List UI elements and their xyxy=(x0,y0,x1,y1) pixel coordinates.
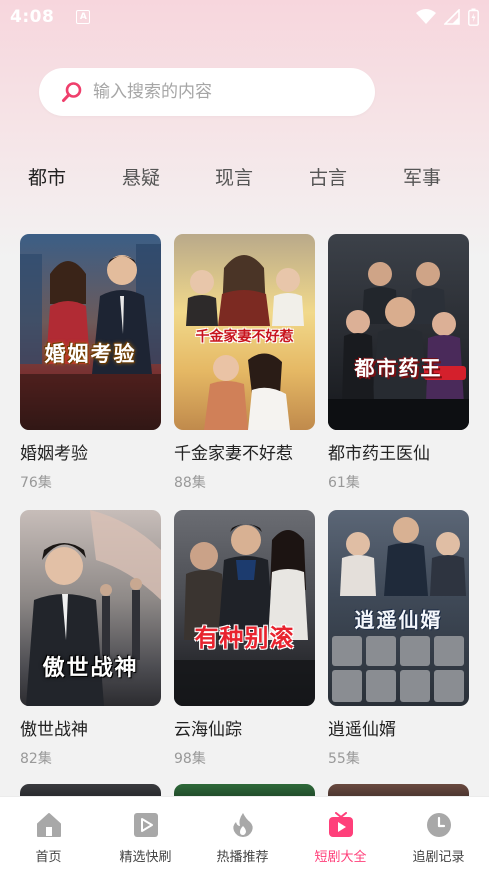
nav-label: 追剧记录 xyxy=(412,850,465,865)
tab-label: 都市 xyxy=(27,166,66,189)
drama-title: 都市药王医仙 xyxy=(328,444,430,464)
nav-all-dramas[interactable]: 短剧大全 xyxy=(292,797,389,871)
tab-xianyan[interactable]: 现言 xyxy=(213,156,255,196)
poster-title-text: 婚姻考验 xyxy=(44,341,137,366)
drama-title: 傲世战神 xyxy=(20,720,88,740)
poster-art xyxy=(174,524,315,706)
poster-art xyxy=(20,244,161,430)
drama-card[interactable]: 有种别滚 云海仙踪 98集 xyxy=(174,510,315,768)
nav-featured[interactable]: 精选快刷 xyxy=(97,797,194,871)
episode-count: 82集 xyxy=(20,751,52,767)
drama-card[interactable]: 傲世战神 傲世战神 82集 xyxy=(20,510,161,768)
drama-poster[interactable]: 都市药王 xyxy=(328,234,469,430)
nav-trending[interactable]: 热播推荐 xyxy=(194,797,291,871)
flame-icon xyxy=(232,813,253,837)
episode-count: 61集 xyxy=(328,475,360,491)
tab-guyan[interactable]: 古言 xyxy=(307,156,349,196)
drama-poster[interactable]: 婚姻考验 xyxy=(20,234,161,430)
drama-poster[interactable]: 傲世战神 xyxy=(20,510,161,706)
episode-count: 98集 xyxy=(174,751,206,767)
episode-count: 55集 xyxy=(328,751,360,767)
status-icons xyxy=(416,8,479,26)
nav-home[interactable]: 首页 xyxy=(0,797,97,871)
bottom-nav: 首页 精选快刷 热播推荐 短剧大全 追剧记录 xyxy=(0,796,489,871)
battery-icon xyxy=(468,8,479,26)
drama-card[interactable]: 逍遥仙婿 逍遥仙婿 55集 xyxy=(328,510,469,768)
tab-label: 古言 xyxy=(308,166,347,189)
signal-icon xyxy=(444,9,460,25)
home-icon xyxy=(36,813,61,837)
episode-count: 88集 xyxy=(174,475,206,491)
status-bar: 4:08 A xyxy=(0,0,489,34)
notification-a-icon: A xyxy=(76,10,91,24)
poster-art xyxy=(328,262,469,430)
poster-title-text: 都市药王 xyxy=(354,356,443,380)
tab-xuanyi[interactable]: 悬疑 xyxy=(120,156,162,196)
poster-title-text: 千金家妻不好惹 xyxy=(195,329,294,345)
category-tabs: 都市 悬疑 现言 古言 军事 xyxy=(0,156,489,196)
nav-label: 首页 xyxy=(35,850,62,865)
drama-title: 逍遥仙婿 xyxy=(328,720,396,740)
search-icon xyxy=(62,82,82,102)
tab-label: 军事 xyxy=(402,166,441,189)
tab-label: 现言 xyxy=(214,166,253,189)
nav-label: 热播推荐 xyxy=(216,850,269,865)
tab-label: 悬疑 xyxy=(121,166,160,189)
play-square-icon xyxy=(133,813,158,837)
poster-title-text: 逍遥仙婿 xyxy=(354,608,443,632)
wifi-icon xyxy=(416,9,436,24)
search-bar[interactable] xyxy=(39,68,375,116)
drama-card[interactable]: 都市药王 都市药王医仙 61集 xyxy=(328,234,469,492)
episode-count: 76集 xyxy=(20,475,52,491)
status-time: 4:08 xyxy=(10,7,55,27)
drama-title: 婚姻考验 xyxy=(20,444,88,464)
header-gradient-background xyxy=(0,0,489,260)
search-input[interactable] xyxy=(93,82,353,102)
drama-poster[interactable]: 逍遥仙婿 xyxy=(328,510,469,706)
drama-card[interactable]: 千金家妻不好惹 千金家妻不好惹 88集 xyxy=(174,234,315,492)
drama-poster[interactable]: 千金家妻不好惹 xyxy=(174,234,315,430)
drama-card[interactable]: 婚姻考验 婚姻考验 76集 xyxy=(20,234,161,492)
clock-icon xyxy=(426,813,451,837)
poster-title-text: 傲世战神 xyxy=(42,655,139,681)
nav-label: 短剧大全 xyxy=(314,850,367,865)
tab-dushi[interactable]: 都市 xyxy=(22,156,76,196)
tv-play-icon xyxy=(328,812,353,837)
drama-poster[interactable]: 有种别滚 xyxy=(174,510,315,706)
drama-title: 云海仙踪 xyxy=(174,720,242,740)
drama-title: 千金家妻不好惹 xyxy=(174,444,293,464)
nav-history[interactable]: 追剧记录 xyxy=(390,797,487,871)
tab-junshi[interactable]: 军事 xyxy=(401,156,443,196)
nav-label: 精选快刷 xyxy=(119,850,172,865)
poster-title-text: 有种别滚 xyxy=(194,623,295,652)
